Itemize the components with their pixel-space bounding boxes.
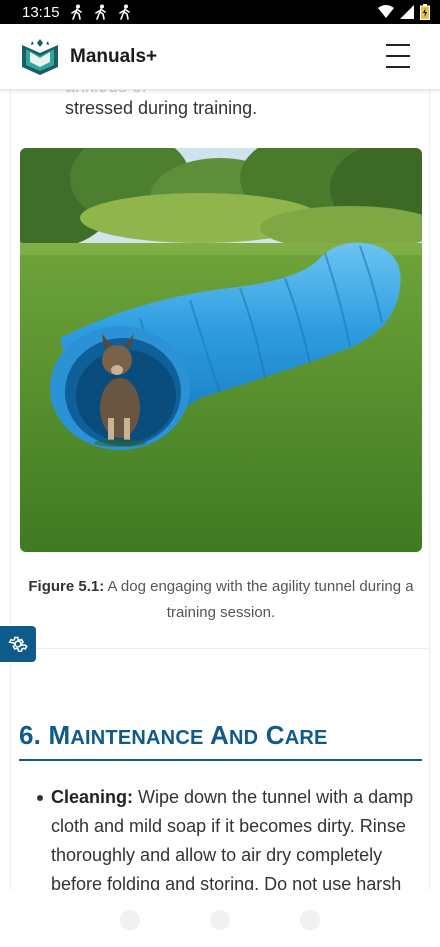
heading-word-cap: C xyxy=(265,720,285,750)
gear-icon xyxy=(8,636,28,652)
list-item: Cleaning: Wipe down the tunnel with a da… xyxy=(37,783,421,899)
logo-text: Manuals+ xyxy=(70,45,158,67)
nav-icon[interactable] xyxy=(210,910,230,930)
app-header: Manuals+ xyxy=(0,24,440,90)
list-item-label: Cleaning: xyxy=(51,787,134,807)
heading-underline xyxy=(19,759,422,761)
bottom-bar xyxy=(0,890,440,947)
battery-icon xyxy=(420,4,430,20)
section-number: 6. xyxy=(19,720,42,750)
heading-word-rest: AINTENANCE xyxy=(70,727,204,749)
figure-image xyxy=(20,148,422,552)
menu-icon[interactable] xyxy=(386,44,410,68)
heading-word-cap: A xyxy=(209,720,229,750)
status-time: 13:15 xyxy=(22,3,60,21)
walking-icon xyxy=(70,4,82,20)
figure-caption-text: A dog engaging with the agility tunnel d… xyxy=(104,578,414,621)
previous-paragraph-text: stressed during training. xyxy=(65,98,258,118)
walking-icon xyxy=(94,4,106,20)
heading-word-rest: ND xyxy=(228,727,259,749)
signal-icon xyxy=(400,5,414,19)
nav-icon[interactable] xyxy=(120,910,140,930)
heading-word-rest: ARE xyxy=(284,727,328,749)
section-heading: 6. MAINTENANCE AND CARE xyxy=(19,720,328,751)
site-logo[interactable]: Manuals+ xyxy=(18,37,157,77)
divider xyxy=(11,648,431,649)
manuals-logo-icon xyxy=(22,38,58,75)
settings-button[interactable] xyxy=(0,626,36,662)
figure-caption-label: Figure 5.1: xyxy=(28,578,105,595)
status-bar: 13:15 xyxy=(0,0,440,24)
nav-icon[interactable] xyxy=(300,910,320,930)
content-card: anxious or stressed during training. xyxy=(10,76,431,894)
heading-word-cap: M xyxy=(48,720,71,750)
walking-icon xyxy=(118,4,130,20)
figure-caption: Figure 5.1: A dog engaging with the agil… xyxy=(11,574,431,626)
dog-tunnel-photo xyxy=(20,148,422,552)
wifi-icon xyxy=(378,5,394,18)
